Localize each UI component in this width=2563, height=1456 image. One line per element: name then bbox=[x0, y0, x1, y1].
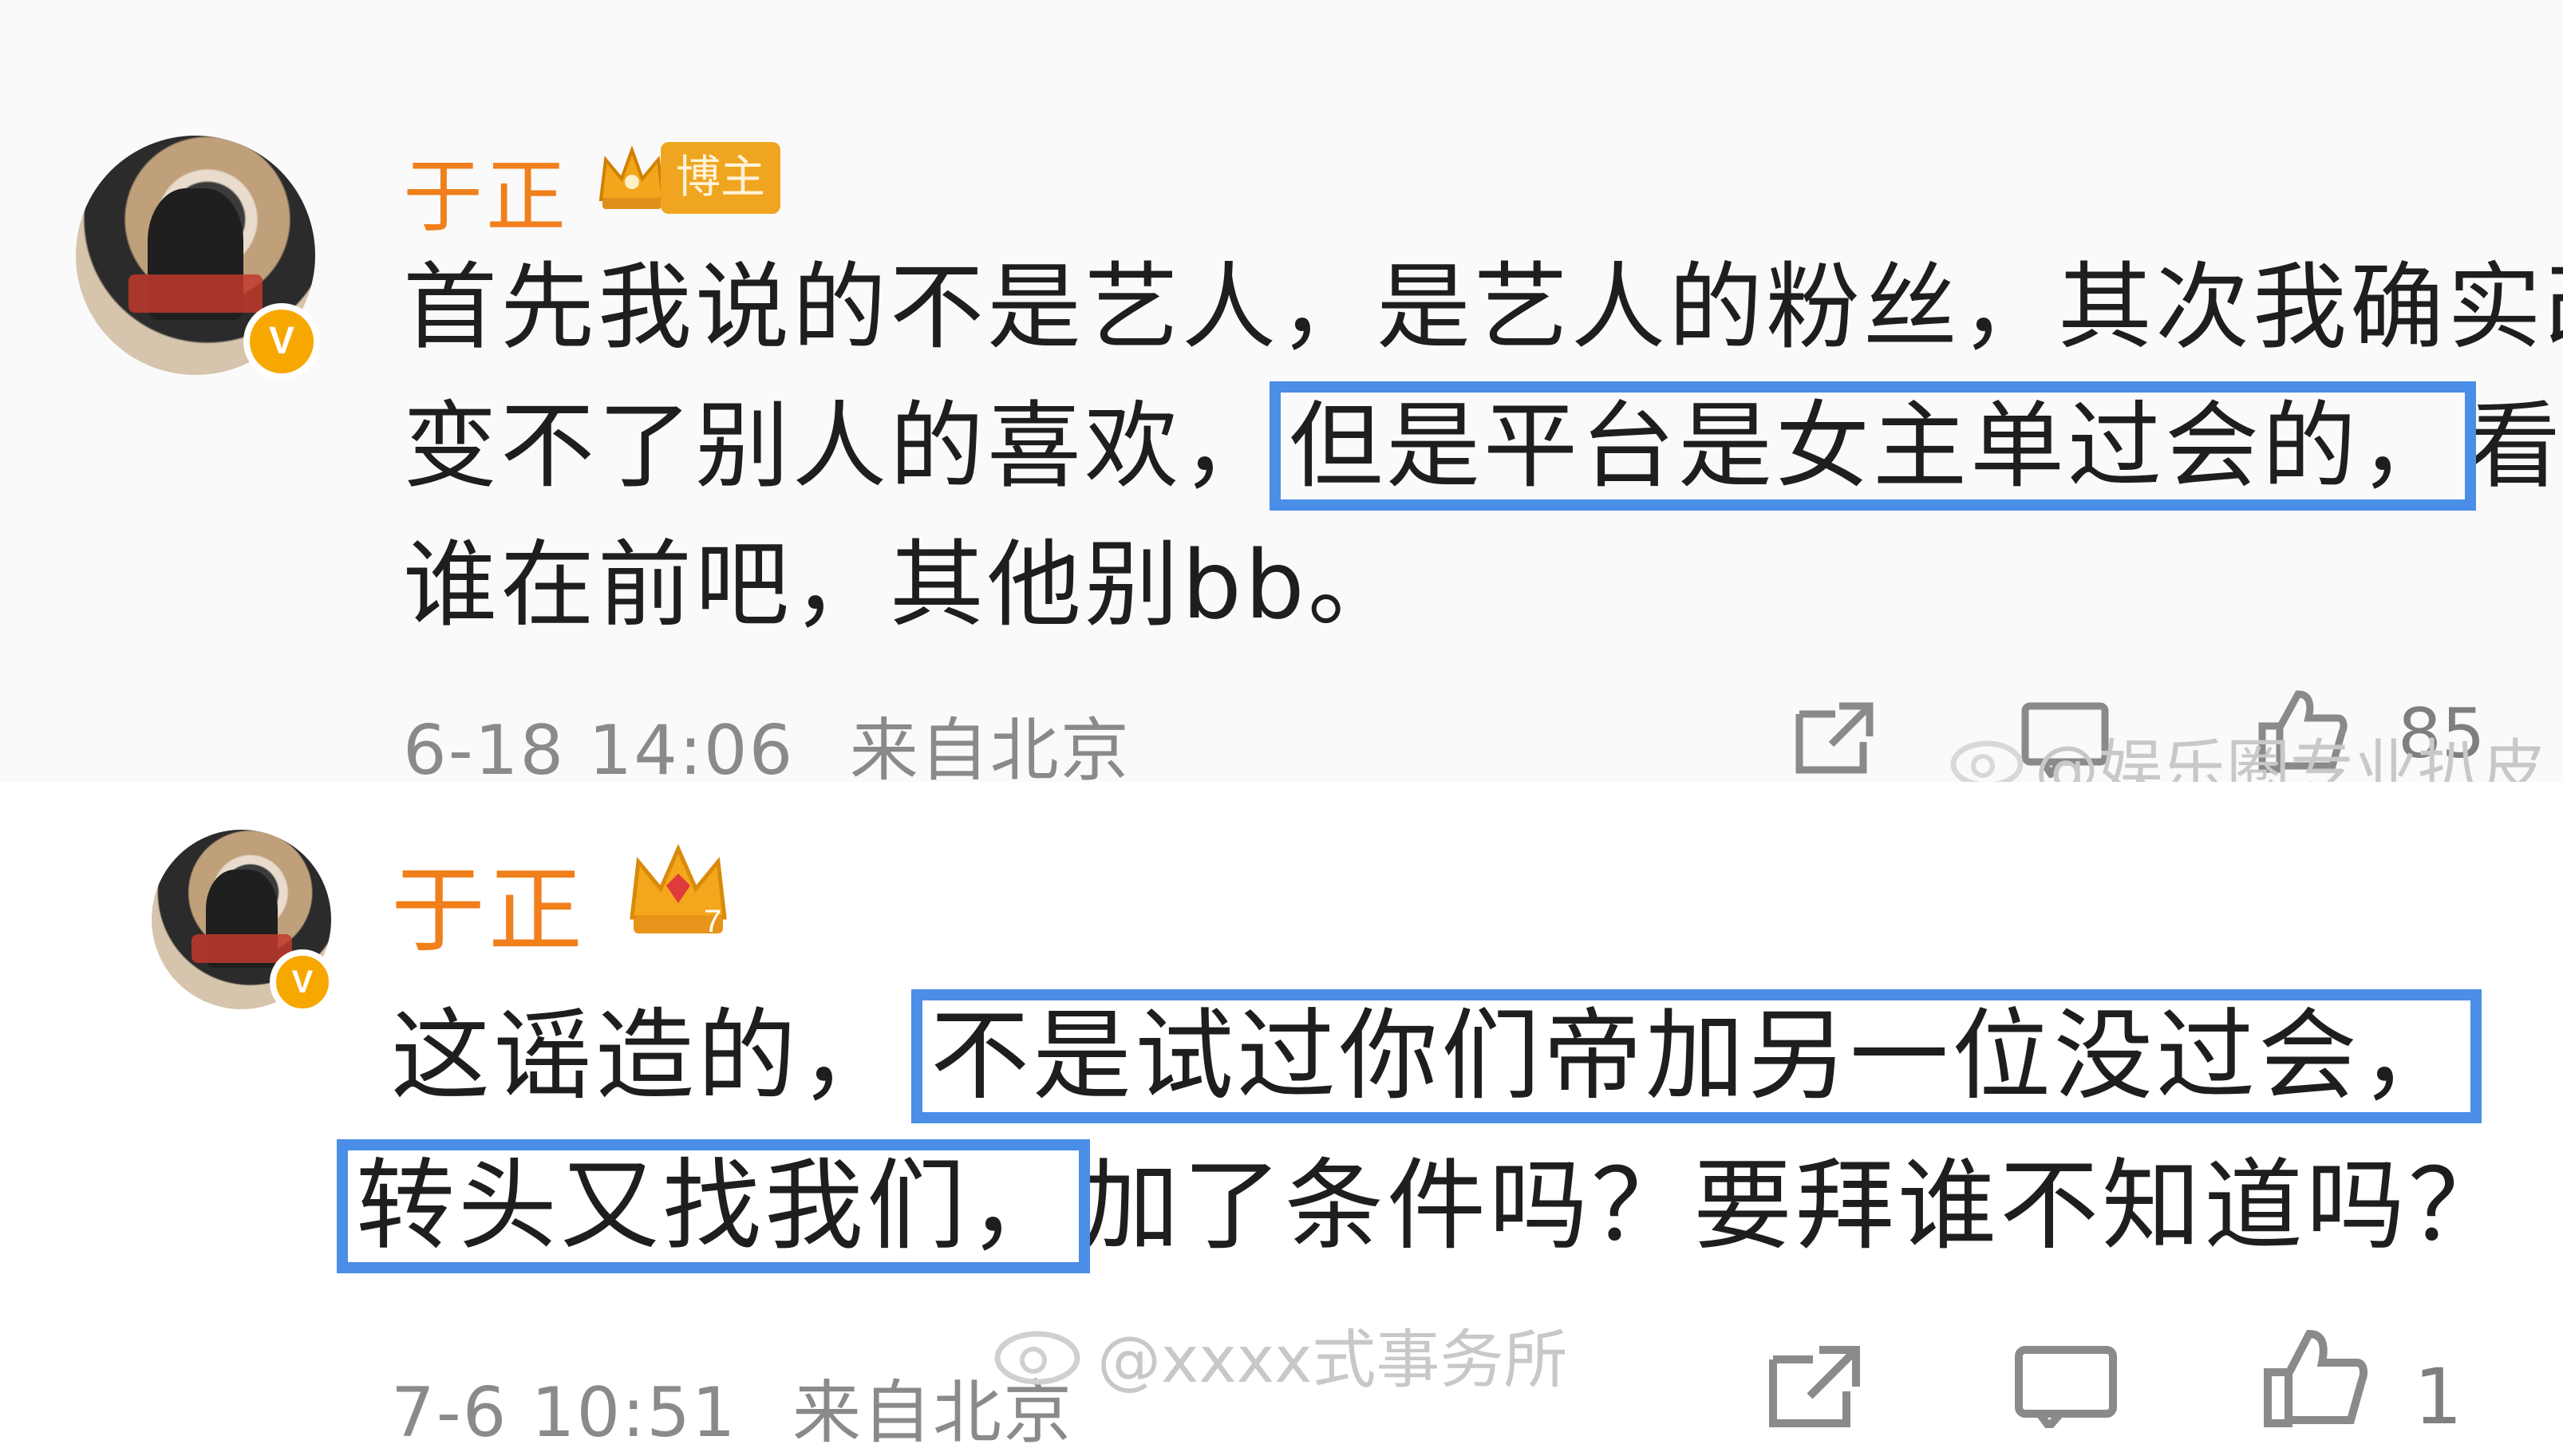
watermark: @xxxx式事务所 bbox=[1097, 1323, 1568, 1397]
avatar-accent bbox=[191, 933, 292, 963]
source: 来自北京 bbox=[849, 711, 1131, 791]
comment-item-1: V 于正 博主 首先我说的不是艺人，是艺人的粉丝，其次我确实改 变不了别人的喜欢… bbox=[0, 0, 2563, 807]
comment-text-segment: 变不了别人的喜欢， bbox=[403, 391, 1280, 501]
comment-item-2: V 于正 7 这谣造的， 不是试过你们帝加另一位没过会， 转头又找我们，加了条件吗… bbox=[0, 782, 2563, 1453]
comment-meta: 7-6 10:51 来自北京 bbox=[391, 1356, 1073, 1456]
comment-meta: 6-18 14:06 来自北京 bbox=[403, 694, 1131, 794]
avatar[interactable]: V bbox=[152, 830, 335, 1015]
verified-badge: V bbox=[243, 303, 320, 380]
comment-line: 首先我说的不是艺人，是艺人的粉丝，其次我确实改 bbox=[403, 252, 2563, 362]
svg-text:7: 7 bbox=[704, 904, 721, 939]
comment-line: 谁在前吧，其他别bb。 bbox=[403, 530, 1405, 640]
username[interactable]: 于正 bbox=[403, 132, 569, 247]
comment-text-segment: 看看 bbox=[2466, 391, 2563, 501]
verified-badge: V bbox=[270, 949, 335, 1015]
highlight-box: 不是试过你们帝加另一位没过会， bbox=[911, 989, 2482, 1123]
avatar[interactable]: V bbox=[76, 136, 320, 380]
highlight-box: 转头又找我们， bbox=[336, 1139, 1091, 1273]
comment-line: 变不了别人的喜欢，但是平台是女主单过会的，看看 bbox=[403, 377, 2563, 515]
comment-text-segment: 加了条件吗？要拜谁不知道吗？ bbox=[1080, 1149, 2511, 1264]
weibo-logo-icon bbox=[1950, 740, 2024, 788]
crown-icon bbox=[598, 145, 665, 209]
avatar-accent bbox=[128, 274, 263, 313]
share-icon[interactable] bbox=[1791, 698, 1879, 778]
comment-line: 这谣造的， 不是试过你们帝加另一位没过会， bbox=[391, 981, 2510, 1131]
share-icon[interactable] bbox=[1763, 1340, 1867, 1428]
timestamp: 7-6 10:51 bbox=[391, 1373, 737, 1453]
comment-text: 首先我说的不是艺人，是艺人的粉丝，其次我确实改 变不了别人的喜欢， 但是平台是女主… bbox=[403, 238, 2563, 654]
highlight-box: 但是平台是女主单过会的， bbox=[1270, 381, 2477, 511]
comment-text-segment: 这谣造的， bbox=[391, 999, 902, 1114]
crown-icon: 7 bbox=[630, 843, 727, 939]
weibo-logo-icon bbox=[994, 1331, 1080, 1385]
comment-line: 转头又找我们，加了条件吗？要拜谁不知道吗？ bbox=[336, 1131, 2511, 1281]
blogger-badge: 博主 bbox=[661, 142, 780, 214]
thumbs-up-icon[interactable] bbox=[2258, 1324, 2370, 1428]
timestamp: 6-18 14:06 bbox=[403, 711, 795, 791]
like-count: 1 bbox=[2414, 1352, 2463, 1442]
username[interactable]: 于正 bbox=[391, 834, 586, 970]
comment-icon[interactable] bbox=[2011, 1340, 2123, 1428]
comment-text: 这谣造的， 不是试过你们帝加另一位没过会， 转头又找我们，加了条件吗？要拜谁不知道… bbox=[336, 981, 2511, 1281]
